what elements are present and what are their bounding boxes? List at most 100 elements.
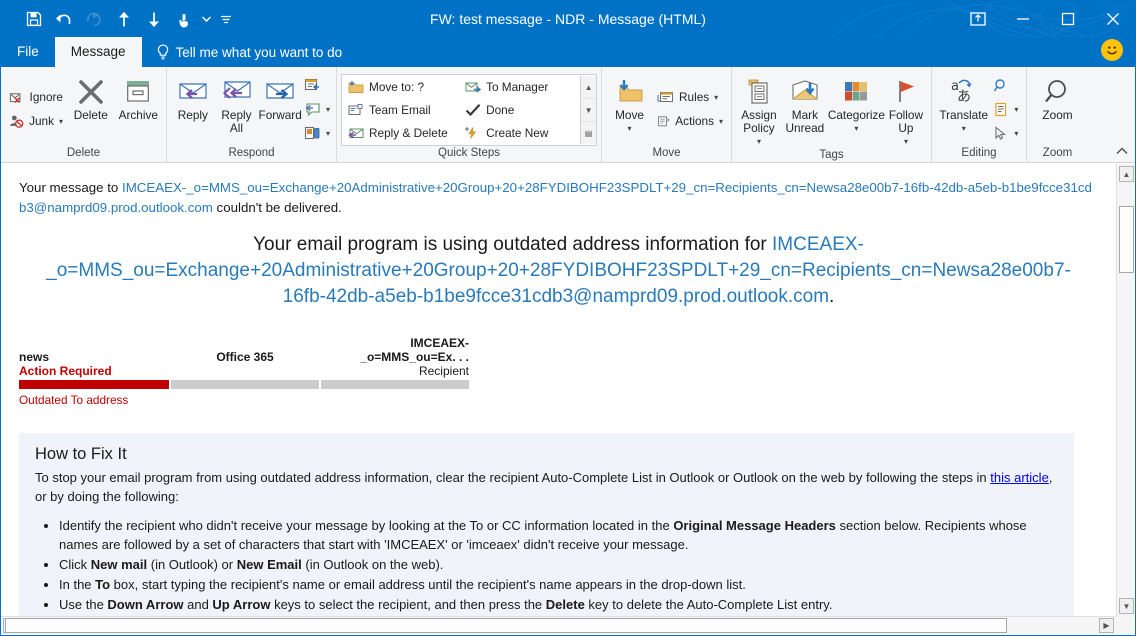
quick-steps-more-button[interactable]: ▤: [581, 122, 596, 144]
quick-steps-scroll-up-button[interactable]: ▲: [581, 76, 596, 99]
chevron-down-icon: ▾: [58, 116, 63, 126]
im-reply-button[interactable]: ▾: [302, 97, 332, 121]
to-manager-icon: [465, 82, 482, 93]
svg-text:あ: あ: [957, 89, 971, 105]
zoom-label: Zoom: [1042, 108, 1073, 122]
chevron-down-icon: ▾: [903, 137, 908, 146]
chevron-down-icon: ▾: [1014, 104, 1019, 114]
quick-step-create-new[interactable]: Create New: [461, 121, 580, 144]
headline-prefix: Your email program is using outdated add…: [253, 234, 773, 255]
lead-recipient-address-link[interactable]: IMCEAEX-_o=MMS_ou=Exchange+20Administrat…: [19, 180, 1092, 215]
tab-message[interactable]: Message: [54, 37, 142, 67]
follow-up-label: Follow Up: [888, 108, 923, 135]
ribbon-display-options-button[interactable]: [955, 1, 1000, 37]
quick-step-reply-delete[interactable]: Reply & Delete: [344, 121, 461, 144]
minimize-icon: [1016, 18, 1029, 20]
quick-step-team-email[interactable]: Team Email: [344, 99, 461, 122]
junk-button[interactable]: Junk ▾: [5, 109, 67, 133]
delete-button[interactable]: Delete: [67, 73, 115, 122]
chevron-down-icon: ▾: [854, 124, 859, 133]
team-email-icon: [348, 104, 363, 115]
select-icon: [995, 125, 1007, 140]
meeting-button[interactable]: [302, 73, 332, 97]
translate-button[interactable]: a あ Translate ▾: [936, 73, 991, 135]
chevron-down-icon: ▾: [325, 128, 330, 138]
zoom-magnifier-icon: [1044, 80, 1066, 103]
horizontal-scrollbar[interactable]: ◀ ▶: [1, 616, 1116, 634]
related-button[interactable]: ▾: [991, 97, 1022, 121]
touch-mode-button[interactable]: [169, 5, 199, 33]
quick-steps-scroll-down-button[interactable]: ▼: [581, 99, 596, 122]
chevron-down-icon: ▾: [1014, 128, 1019, 138]
translate-icon: a あ: [951, 79, 972, 105]
assign-policy-button[interactable]: Assign Policy ▾: [736, 73, 782, 148]
ribbon-options-button[interactable]: [219, 5, 233, 33]
tab-file[interactable]: File: [1, 37, 55, 67]
arrow-down-icon: [149, 12, 159, 27]
next-item-button[interactable]: [139, 5, 169, 33]
chevron-down-icon: ▾: [714, 92, 719, 102]
chevron-down-icon: ▾: [325, 104, 330, 114]
quick-step-done[interactable]: Done: [461, 99, 580, 122]
follow-up-button[interactable]: Follow Up ▾: [885, 73, 927, 148]
mark-unread-icon: [792, 80, 818, 100]
maximize-icon: [1061, 12, 1074, 26]
list-item: Identify the recipient who didn't receiv…: [59, 516, 1058, 554]
vertical-scroll-thumb[interactable]: [1119, 206, 1134, 273]
collapse-ribbon-button[interactable]: [1115, 144, 1129, 158]
this-article-link[interactable]: this article: [990, 470, 1049, 485]
reply-all-button[interactable]: Reply All: [215, 73, 259, 135]
redo-button[interactable]: [79, 5, 109, 33]
assign-policy-label: Assign Policy: [741, 108, 777, 135]
customize-quick-access-toolbar-button[interactable]: [199, 5, 213, 33]
undo-button[interactable]: [49, 5, 79, 33]
find-button[interactable]: [991, 73, 1022, 97]
list-item: In the To box, start typing the recipien…: [59, 575, 1058, 594]
save-icon: [26, 11, 42, 27]
forward-button[interactable]: Forward: [258, 73, 302, 122]
minimize-button[interactable]: [1000, 1, 1045, 37]
sender-note: Outdated To address: [19, 393, 129, 407]
list-item: Click New mail (in Outlook) or New Email…: [59, 555, 1058, 574]
maximize-button[interactable]: [1045, 1, 1090, 37]
more-respond-button[interactable]: ▾: [302, 121, 332, 145]
mark-unread-button[interactable]: Mark Unread: [782, 73, 828, 135]
reply-all-label: Reply All: [221, 108, 252, 135]
vertical-scrollbar[interactable]: ▲ ▼: [1116, 164, 1134, 616]
send-feedback-button[interactable]: [1101, 39, 1123, 61]
meeting-icon: [304, 78, 319, 91]
scroll-down-button[interactable]: ▼: [1119, 598, 1134, 614]
ribbon: Ignore Junk ▾ Delete Archive Delete Repl…: [1, 67, 1135, 163]
archive-button[interactable]: Archive: [115, 73, 163, 122]
chevron-down-icon: ▾: [718, 116, 723, 126]
reply-button[interactable]: Reply: [171, 73, 215, 122]
rules-button[interactable]: Rules ▾: [653, 85, 727, 109]
how-to-fix-steps: Identify the recipient who didn't receiv…: [35, 516, 1058, 616]
move-button[interactable]: Move ▾: [606, 73, 653, 135]
actions-button[interactable]: Actions ▾: [653, 109, 727, 133]
previous-item-button[interactable]: [109, 5, 139, 33]
scroll-up-button[interactable]: ▲: [1119, 166, 1134, 182]
horizontal-scroll-thumb[interactable]: [5, 618, 1007, 633]
junk-icon: [10, 115, 24, 128]
zoom-button[interactable]: Zoom: [1031, 73, 1084, 122]
group-label-zoom: Zoom: [1042, 147, 1073, 159]
undo-icon: [56, 14, 71, 24]
chevron-down-icon: ▾: [756, 137, 761, 146]
ignore-button[interactable]: Ignore: [5, 85, 67, 109]
tell-me-search[interactable]: Tell me what you want to do: [142, 37, 342, 67]
categorize-icon: [845, 82, 868, 101]
forward-label: Forward: [258, 108, 302, 122]
smiley-icon: [1107, 46, 1117, 55]
scroll-right-button[interactable]: ▶: [1099, 618, 1114, 633]
save-button[interactable]: [19, 5, 49, 33]
actions-icon: [658, 115, 670, 126]
scrollbar-corner: [1116, 616, 1134, 634]
quick-step-move-to[interactable]: Move to: ?: [344, 76, 461, 99]
categorize-button[interactable]: Categorize ▾: [828, 73, 885, 135]
select-button[interactable]: ▾: [991, 121, 1022, 145]
assign-policy-icon: [748, 79, 768, 104]
quick-steps-gallery: Move to: ? Team Email Reply & Delete To …: [341, 74, 597, 146]
close-button[interactable]: [1090, 1, 1135, 37]
quick-step-to-manager[interactable]: To Manager: [461, 76, 580, 99]
